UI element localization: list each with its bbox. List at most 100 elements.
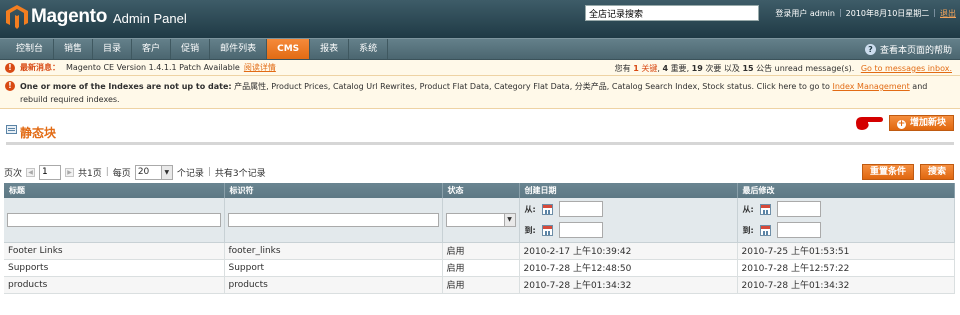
cell-identifier: footer_links [224,242,443,260]
search-button[interactable]: 搜索 [919,164,954,180]
separator: | [105,167,109,177]
filter-cell [224,198,443,243]
cell-status: 启用 [442,242,520,260]
nav-item-catalog[interactable]: 目录 [93,39,133,59]
magento-logo-icon [6,5,28,29]
cell-title: Footer Links [4,242,225,260]
message-summary: 您有 1 关键, 4 重要, 19 次要 以及 15 公告 unread mes… [614,64,952,73]
total-records: 共有3个记录 [214,168,266,179]
cell-status: 启用 [442,259,520,277]
filter-row: ▼ 从: 到: 从: 到: [4,198,955,243]
to-label: 到: [742,225,754,235]
pager: 页次 ◀ ▶ 共1页 | 每页 20 ▼ 个记录 | 共有3个记录 重置条件 搜… [4,161,954,183]
logout-link[interactable]: 退出 [940,8,956,19]
filter-cell [4,198,225,243]
per-page-value: 20 [137,167,150,177]
read-details-link[interactable]: 阅读详情 [244,62,276,73]
header: Magento Admin Panel 登录用户 admin | 2010年8月… [0,0,960,38]
plus-icon: + [896,119,906,129]
minor-count: 19 [691,64,703,73]
index-management-link[interactable]: Index Management [832,82,909,91]
identifier-filter-input[interactable] [227,212,439,227]
column-header-created[interactable]: 创建日期 [519,183,738,198]
latest-message-text: Magento CE Version 1.4.1.1 Patch Availab… [66,63,240,72]
next-page-icon[interactable]: ▶ [65,167,75,177]
status-filter-select[interactable]: ▼ [445,212,516,227]
calendar-icon[interactable] [541,224,553,236]
nav-item-system[interactable]: 系统 [349,39,389,59]
notice-label: 公告 unread message(s). [756,64,855,73]
cell-created: 2010-2-17 上午10:39:42 [519,242,738,260]
global-search-input[interactable] [585,5,759,21]
column-header-status[interactable]: 状态 [442,183,520,198]
modified-from-input[interactable] [776,201,821,218]
nav-item-cms[interactable]: CMS [267,39,311,59]
calendar-icon[interactable] [759,224,771,236]
nav-item-reports[interactable]: 报表 [310,39,350,59]
page-number-input[interactable] [39,164,62,180]
cell-status: 启用 [442,276,520,294]
current-date: 2010年8月10日星期二 [845,9,930,18]
column-header-modified[interactable]: 最后修改 [737,183,955,198]
index-notice-body: 产品属性, Product Prices, Catalog Url Rewrit… [234,82,830,91]
table-row[interactable]: Supports Support 启用 2010-7-28 上午12:48:50… [4,259,955,277]
pointing-hand-icon [856,117,883,130]
summary-prefix: 您有 [614,64,631,73]
major-label: 重要 [670,64,687,73]
static-block-icon [6,125,17,134]
separator: | [838,8,842,17]
cell-title: products [4,276,225,294]
nav-item-customers[interactable]: 客户 [132,39,172,59]
page-title: 静态块 [20,126,57,140]
modified-to-input[interactable] [776,222,821,239]
cell-modified: 2010-7-25 上午01:53:51 [737,242,955,260]
table-row[interactable]: products products 启用 2010-7-28 上午01:34:3… [4,276,955,294]
column-header-identifier[interactable]: 标识符 [224,183,443,198]
help-link[interactable]: ? 查看本页面的帮助 [864,43,952,56]
cell-identifier: products [224,276,443,294]
table-row[interactable]: Footer Links footer_links 启用 2010-2-17 上… [4,242,955,260]
column-header-title[interactable]: 标题 [4,183,225,198]
cell-created: 2010-7-28 上午12:48:50 [519,259,738,277]
magento-logo[interactable]: Magento Admin Panel [6,5,187,29]
nav-item-promotions[interactable]: 促销 [171,39,211,59]
to-label: 到: [524,225,536,235]
index-notice-bar: ! One or more of the Indexes are not up … [0,76,960,109]
critical-label: 关键 [641,64,658,73]
add-new-block-label: 增加新块 [909,118,946,128]
help-label: 查看本页面的帮助 [879,46,952,56]
chevron-down-icon: ▼ [503,213,515,226]
add-new-block-button[interactable]: + 增加新块 [888,115,954,131]
nav-item-newsletter[interactable]: 邮件列表 [210,39,268,59]
warning-icon: ! [5,81,15,91]
logo-brand: Magento [31,6,108,27]
logo-subtitle: Admin Panel [113,11,187,26]
from-label: 从: [524,204,536,214]
reset-filter-button[interactable]: 重置条件 [861,164,914,180]
filter-cell: 从: 到: [737,198,955,243]
filter-cell: ▼ [442,198,520,243]
separator: | [207,167,211,177]
cell-created: 2010-7-28 上午01:34:32 [519,276,738,294]
created-to-input[interactable] [558,222,603,239]
messages-inbox-link[interactable]: Go to messages inbox. [861,64,952,73]
warning-icon: ! [5,62,15,73]
nav-item-sales[interactable]: 销售 [54,39,94,59]
nav-item-dashboard[interactable]: 控制台 [6,39,55,59]
calendar-icon[interactable] [759,203,771,215]
notice-count: 15 [742,64,754,73]
created-from-input[interactable] [558,201,603,218]
cell-identifier: Support [224,259,443,277]
per-page-select[interactable]: 20 ▼ [134,164,173,180]
prev-page-icon[interactable]: ◀ [26,167,36,177]
latest-message-bar: ! 最新消息： Magento CE Version 1.4.1.1 Patch… [0,60,960,76]
main-nav: 控制台 销售 目录 客户 促销 邮件列表 CMS 报表 系统 ? 查看本页面的帮… [0,38,960,60]
index-notice-title: One or more of the Indexes are not up to… [20,82,232,91]
static-blocks-grid: 标题 标识符 状态 创建日期 最后修改 ▼ 从: 到: 从: 到: Footer… [4,183,955,294]
cell-modified: 2010-7-28 上午01:34:32 [737,276,955,294]
records-label: 个记录 [176,168,204,179]
per-page-label: 每页 [112,168,131,179]
title-filter-input[interactable] [7,212,221,227]
from-label: 从: [742,204,754,214]
calendar-icon[interactable] [541,203,553,215]
